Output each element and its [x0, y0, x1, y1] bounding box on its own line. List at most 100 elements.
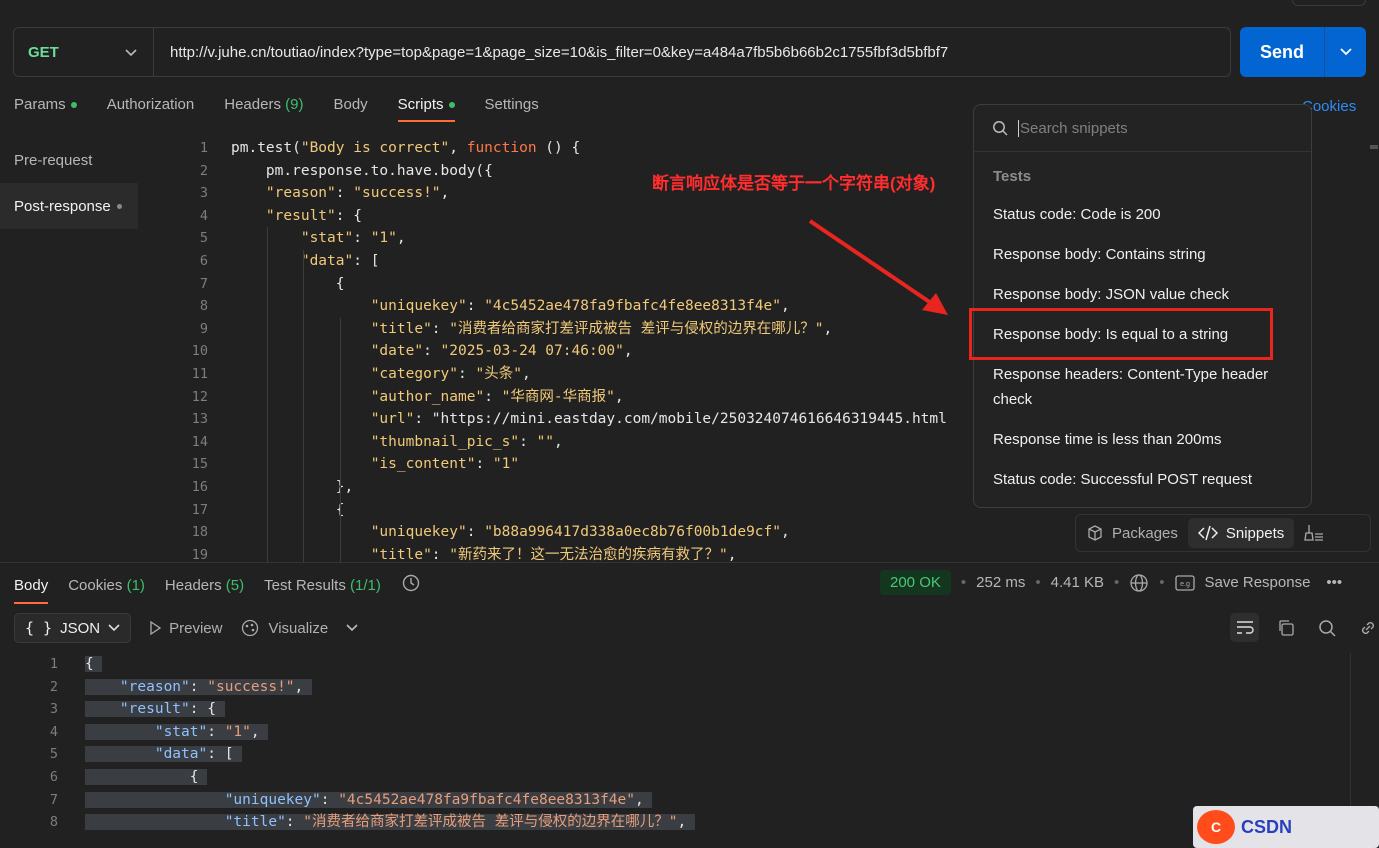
- play-icon: [150, 621, 162, 635]
- link-icon[interactable]: [1353, 613, 1379, 642]
- snippet-item[interactable]: Status code: Successful POST request: [974, 467, 1311, 507]
- globe-icon[interactable]: [1129, 573, 1149, 593]
- code-text: "uniquekey": "b88a996417d338a0ec8b76f00b…: [370, 524, 790, 541]
- code-text: "is_content": "1": [370, 456, 520, 473]
- line-number: 4: [49, 723, 58, 740]
- nav-pre-request[interactable]: Pre-request: [0, 137, 138, 183]
- tab-response-headers[interactable]: Headers (5): [165, 577, 244, 604]
- indent-guide: [303, 250, 304, 562]
- line-number: 5: [49, 746, 58, 763]
- tab-headers[interactable]: Headers (9): [224, 96, 303, 122]
- visualize-button[interactable]: Visualize: [240, 618, 328, 638]
- code-text: "stat": "1",: [300, 230, 406, 247]
- preview-button[interactable]: Preview: [149, 620, 222, 637]
- send-button[interactable]: Send: [1240, 27, 1366, 77]
- line-number: 3: [199, 185, 208, 202]
- response-body[interactable]: 1{ 2 "reason": "success!", 3 "result": {…: [0, 653, 1350, 848]
- more-icon[interactable]: •••: [1326, 574, 1342, 591]
- code-text: "reason": "success!",: [265, 185, 450, 202]
- clean-icon-button[interactable]: [1294, 518, 1334, 548]
- line-number: 1: [49, 656, 58, 672]
- snippet-item[interactable]: Response time is less than 200ms: [974, 427, 1311, 467]
- url-input[interactable]: http://v.juhe.cn/toutiao/index?type=top&…: [154, 44, 948, 61]
- code-text: {: [85, 766, 208, 789]
- response-line: 7 "uniquekey": "4c5452ae478fa9fbafc4fe8e…: [0, 789, 1350, 812]
- chevron-down-icon[interactable]: [346, 624, 358, 632]
- response-view-bar: { } JSON Preview Visualize: [14, 613, 358, 643]
- search-icon: [993, 121, 1008, 136]
- send-label[interactable]: Send: [1240, 27, 1325, 77]
- annotation-text: 断言响应体是否等于一个字符串(对象): [652, 174, 936, 193]
- save-icon: e.g: [1174, 574, 1195, 591]
- line-number: 4: [199, 207, 208, 224]
- line-number: 8: [49, 814, 58, 831]
- braces-icon: { }: [25, 619, 53, 637]
- tab-scripts[interactable]: Scripts: [397, 96, 455, 122]
- snippets-panel: Search snippets Tests Status code: Code …: [973, 104, 1312, 508]
- status-badge[interactable]: 200 OK: [880, 570, 951, 595]
- code-text: "title": "消费者给商家打差评成被告 差评与侵权的边界在哪儿？",: [370, 320, 833, 337]
- line-number: 11: [191, 366, 208, 382]
- tab-response-cookies[interactable]: Cookies (1): [68, 577, 145, 604]
- tab-authorization[interactable]: Authorization: [107, 96, 195, 122]
- url-bar: GET http://v.juhe.cn/toutiao/index?type=…: [13, 27, 1231, 77]
- copy-icon[interactable]: [1271, 613, 1300, 642]
- code-text: {: [85, 653, 103, 676]
- code-text: pm.response.to.have.body({: [231, 162, 493, 179]
- response-tools: [1230, 613, 1379, 642]
- snippet-item[interactable]: Status code: Code is 200: [974, 202, 1311, 242]
- snippets-button[interactable]: Snippets: [1187, 518, 1295, 548]
- tab-test-results[interactable]: Test Results (1/1): [264, 577, 381, 604]
- window-top-control: [1292, 0, 1366, 6]
- snippet-item[interactable]: Response headers: Content-Type header ch…: [974, 362, 1311, 427]
- request-tabs: Params Authorization Headers (9) Body Sc…: [14, 96, 539, 122]
- response-time[interactable]: 252 ms: [976, 574, 1025, 591]
- code-text: {: [231, 501, 345, 518]
- tab-body[interactable]: Body: [333, 96, 367, 122]
- code-text: pm.test("Body is correct", function () {: [231, 140, 581, 156]
- response-size[interactable]: 4.41 KB: [1051, 574, 1104, 591]
- indent-guide: [267, 227, 268, 562]
- history-icon[interactable]: [401, 573, 421, 607]
- snippet-item[interactable]: Response body: Contains string: [974, 242, 1311, 282]
- line-number: 2: [199, 162, 208, 179]
- search-icon[interactable]: [1312, 613, 1341, 642]
- response-status: 200 OK • 252 ms • 4.41 KB • • e.g Save R…: [880, 570, 1342, 595]
- packages-button[interactable]: Packages: [1076, 518, 1188, 548]
- nav-post-response[interactable]: Post-response: [0, 183, 138, 229]
- response-line: 5 "data": [: [0, 743, 1350, 766]
- response-line: 1{: [0, 653, 1350, 676]
- tab-settings[interactable]: Settings: [485, 96, 539, 122]
- send-dropdown[interactable]: [1325, 27, 1366, 77]
- wrap-lines-icon[interactable]: [1230, 613, 1259, 642]
- code-text: "stat": "1",: [85, 721, 269, 744]
- chevron-down-icon: [108, 624, 120, 632]
- snippets-toolbar: Packages Snippets: [1075, 514, 1371, 552]
- format-select[interactable]: { } JSON: [14, 613, 132, 643]
- code-text: "category": "头条",: [370, 366, 531, 382]
- script-nav: Pre-request Post-response: [0, 137, 138, 229]
- response-line: 3 "result": {: [0, 698, 1350, 721]
- code-text: "date": "2025-03-24 07:46:00",: [370, 343, 633, 360]
- line-number: 1: [199, 140, 208, 156]
- line-number: 2: [49, 678, 58, 695]
- tab-params[interactable]: Params: [14, 96, 77, 122]
- visualize-icon: [242, 619, 259, 637]
- editor-scrollbar[interactable]: [1370, 145, 1378, 149]
- line-number: 16: [191, 479, 208, 495]
- csdn-watermark: C CSDN: [1193, 806, 1379, 848]
- response-tabs: Body Cookies (1) Headers (5) Test Result…: [14, 573, 421, 607]
- line-number: 7: [49, 791, 58, 808]
- pane-divider[interactable]: [0, 562, 1379, 563]
- save-response-button[interactable]: Save Response: [1205, 574, 1311, 591]
- search-input[interactable]: Search snippets: [1018, 119, 1128, 137]
- snippet-search[interactable]: Search snippets: [974, 105, 1311, 152]
- line-number: 12: [191, 388, 208, 405]
- chevron-down-icon: [125, 45, 137, 60]
- tab-response-body[interactable]: Body: [14, 577, 49, 604]
- method-select[interactable]: GET: [14, 28, 154, 76]
- active-dot: [448, 102, 455, 109]
- line-number: 6: [199, 253, 208, 269]
- code-text: "uniquekey": "4c5452ae478fa9fbafc4fe8ee8…: [370, 298, 790, 315]
- line-number: 17: [191, 501, 208, 518]
